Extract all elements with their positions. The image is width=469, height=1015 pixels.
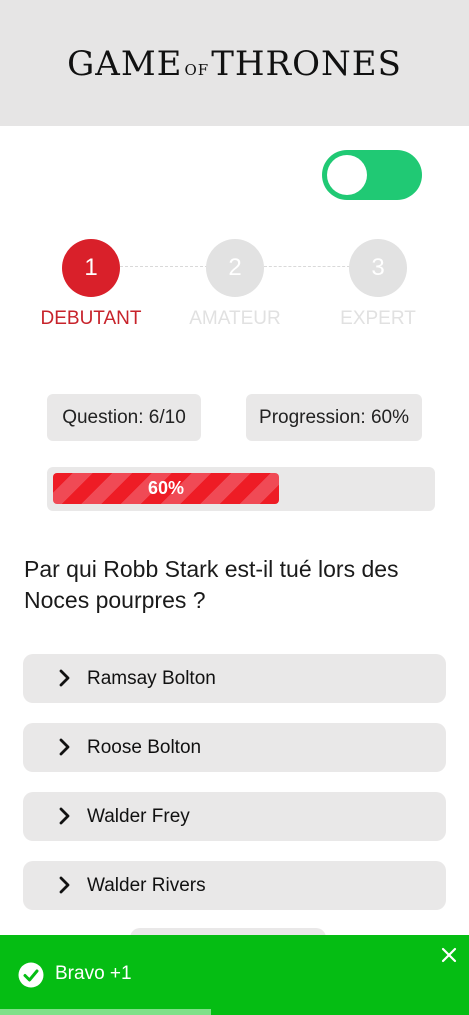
- check-circle-icon: [18, 962, 44, 988]
- chevron-right-icon: [59, 807, 70, 825]
- progress-bar: 60%: [47, 467, 435, 511]
- step-2-label: AMATEUR: [189, 308, 281, 329]
- step-3-number: 3: [371, 254, 385, 281]
- game-of-thrones-logo: GAME OF THRONES: [67, 44, 402, 84]
- logo-of: OF: [184, 61, 210, 79]
- chevron-right-icon: [59, 669, 70, 687]
- step-connector: [264, 266, 350, 267]
- answer-label: Ramsay Bolton: [87, 667, 216, 689]
- question-counter: Question: 6/10: [47, 394, 201, 441]
- toast-message: Bravo +1: [55, 963, 132, 984]
- step-1-label: DEBUTANT: [40, 308, 142, 329]
- answer-option[interactable]: Roose Bolton: [23, 723, 446, 772]
- progression-text: Progression: 60%: [259, 406, 409, 428]
- answer-option[interactable]: Walder Rivers: [23, 861, 446, 910]
- answer-label: Walder Rivers: [87, 874, 206, 896]
- chevron-right-icon: [59, 738, 70, 756]
- answer-label: Roose Bolton: [87, 736, 202, 758]
- question-text: Par qui Robb Stark est-il tué lors des N…: [24, 556, 399, 613]
- step-3-circle: 3: [349, 239, 407, 297]
- progression-badge: Progression: 60%: [246, 394, 422, 441]
- toast-timer-bar: [0, 1009, 211, 1015]
- close-icon[interactable]: [440, 946, 458, 964]
- step-1-circle: 1: [62, 239, 120, 297]
- chevron-right-icon: [59, 876, 70, 894]
- app-header: GAME OF THRONES: [0, 0, 469, 126]
- toggle-knob: [327, 155, 367, 195]
- logo-thrones: THRONES: [211, 44, 402, 84]
- step-1-number: 1: [84, 254, 98, 281]
- answer-option[interactable]: Ramsay Bolton: [23, 654, 446, 703]
- success-toast: Bravo +1: [0, 935, 469, 1015]
- answer-label: Walder Frey: [87, 805, 190, 827]
- step-2-circle: 2: [206, 239, 264, 297]
- step-3-label: EXPERT: [340, 308, 416, 329]
- mode-toggle-switch[interactable]: [322, 150, 422, 200]
- question-counter-text: Question: 6/10: [62, 406, 186, 428]
- answer-option[interactable]: Walder Frey: [23, 792, 446, 841]
- step-connector: [120, 266, 208, 267]
- progress-bar-fill: 60%: [53, 473, 279, 504]
- logo-game: GAME: [67, 44, 183, 84]
- progress-label: 60%: [147, 478, 185, 498]
- step-2-number: 2: [228, 254, 242, 281]
